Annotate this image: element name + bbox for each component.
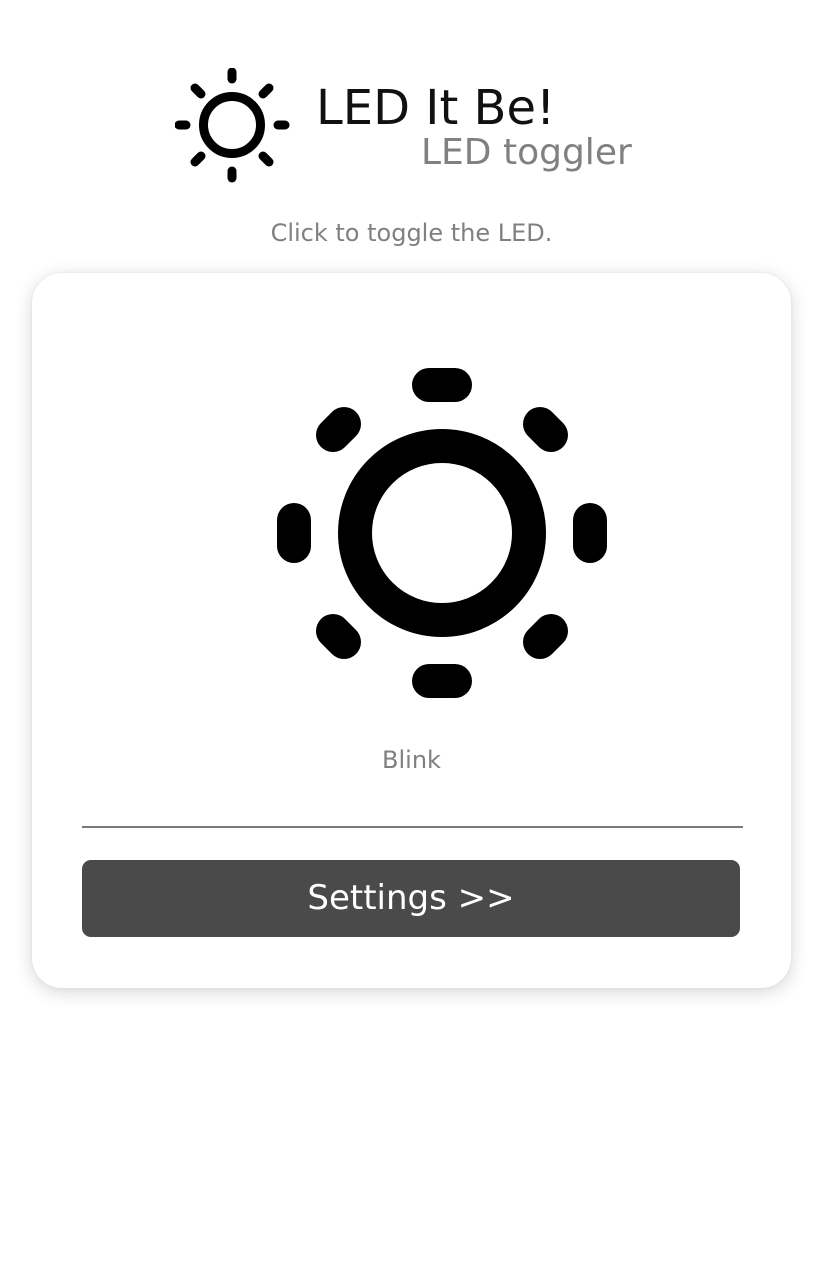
divider <box>82 826 743 828</box>
instruction-text: Click to toggle the LED. <box>270 219 553 247</box>
sun-icon <box>174 67 290 183</box>
led-control-card: Blink Settings >> <box>32 273 791 988</box>
app-subtitle: LED toggler <box>421 132 632 173</box>
sun-icon <box>277 368 607 698</box>
settings-button[interactable]: Settings >> <box>82 860 740 937</box>
app-title: LED It Be! <box>316 80 556 136</box>
page: LED It Be! LED toggler Click to toggle t… <box>0 0 823 1280</box>
app-header: LED It Be! LED toggler <box>0 0 823 200</box>
led-toggle-button[interactable] <box>260 358 620 708</box>
led-mode-label: Blink <box>382 746 441 774</box>
